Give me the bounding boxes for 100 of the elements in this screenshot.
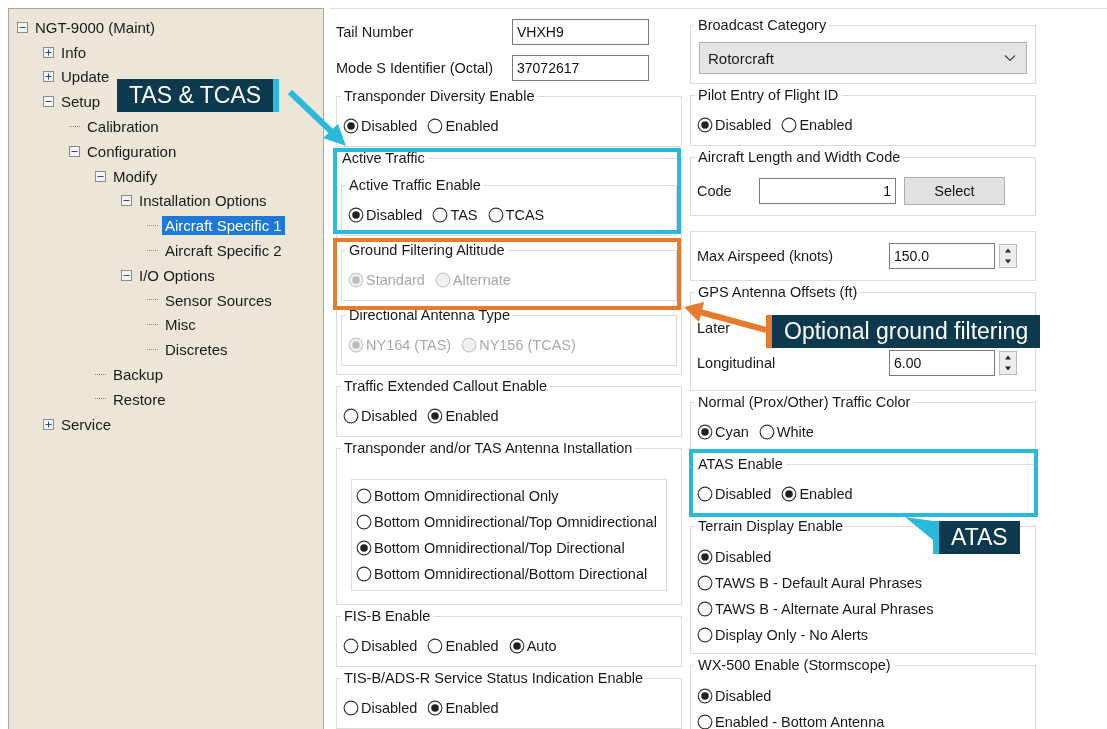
radio-option[interactable]: Disabled xyxy=(343,700,418,716)
radio-button[interactable] xyxy=(697,601,713,617)
radio-button[interactable] xyxy=(356,488,372,504)
collapse-icon[interactable] xyxy=(43,96,54,108)
radio-button[interactable] xyxy=(487,207,504,223)
radio-button[interactable] xyxy=(508,638,525,654)
radio-button[interactable] xyxy=(427,700,444,716)
tree-item[interactable]: Discretes xyxy=(162,340,231,360)
radio-option[interactable]: Bottom Omnidirectional Only xyxy=(356,483,559,509)
input-field[interactable]: 37072617 xyxy=(512,55,649,82)
radio-option[interactable]: Bottom Omnidirectional/Bottom Directional xyxy=(356,561,648,587)
tree-item[interactable]: Update xyxy=(58,67,113,87)
radio-button[interactable] xyxy=(356,514,372,530)
number-field[interactable]: 150.0 xyxy=(889,243,995,269)
tree-item[interactable]: Configuration xyxy=(84,141,180,161)
radio-button[interactable] xyxy=(781,117,798,133)
group-title: Active Traffic Enable xyxy=(348,177,482,194)
input-field[interactable]: VHXH9 xyxy=(512,18,649,45)
input-field[interactable]: 1 xyxy=(759,178,896,204)
radio-option[interactable]: Auto xyxy=(508,638,557,654)
expand-icon[interactable] xyxy=(43,71,54,83)
radio-button[interactable] xyxy=(697,486,713,502)
radio-option[interactable]: Cyan xyxy=(697,424,749,440)
radio-button[interactable] xyxy=(697,575,713,591)
radio-option[interactable]: Disabled xyxy=(697,486,772,502)
radio-option[interactable]: Enabled xyxy=(781,486,853,502)
radio-button[interactable] xyxy=(781,486,798,502)
radio-button[interactable] xyxy=(343,118,359,134)
radio-option[interactable]: Enabled xyxy=(427,700,499,716)
dropdown[interactable]: Rotorcraft xyxy=(699,42,1027,74)
radio-option[interactable]: Disabled xyxy=(697,683,772,709)
radio-button[interactable] xyxy=(343,638,359,654)
radio-option[interactable]: Bottom Omnidirectional/Top Omnidirectional xyxy=(356,509,657,535)
group-title: Aircraft Length and Width Code xyxy=(697,149,902,166)
radio-button[interactable] xyxy=(697,424,713,440)
radio-button[interactable] xyxy=(697,627,713,643)
radio-button[interactable] xyxy=(697,688,713,704)
radio-option[interactable]: Disabled xyxy=(343,118,418,134)
radio-button[interactable] xyxy=(697,714,713,729)
radio-button[interactable] xyxy=(427,118,444,134)
group-title: WX-500 Enable (Stormscope) xyxy=(697,657,892,674)
radio-button[interactable] xyxy=(427,638,444,654)
expand-icon[interactable] xyxy=(43,418,54,430)
collapse-icon[interactable] xyxy=(17,21,28,33)
tree-item[interactable]: I/O Options xyxy=(136,265,218,285)
collapse-icon[interactable] xyxy=(121,195,132,207)
radio-button[interactable] xyxy=(697,117,713,133)
radio-option[interactable]: White xyxy=(758,424,814,440)
radio-option[interactable]: Disabled xyxy=(697,544,772,570)
tree-item[interactable]: NGT-9000 (Maint) xyxy=(32,17,159,37)
field-label: Code xyxy=(697,183,733,199)
radio-option[interactable]: Disabled xyxy=(697,117,772,133)
radio-button[interactable] xyxy=(343,700,359,716)
radio-option[interactable]: TAS xyxy=(432,207,478,223)
radio-option[interactable]: TAWS B - Default Aural Phrases xyxy=(697,570,923,596)
radio-option[interactable]: Enabled xyxy=(427,118,499,134)
radio-option[interactable]: TAWS B - Alternate Aural Phrases xyxy=(697,596,934,622)
select-button[interactable]: Select xyxy=(904,177,1005,205)
radio-button[interactable] xyxy=(427,408,444,424)
radio-option[interactable]: TCAS xyxy=(487,207,545,223)
radio-button[interactable] xyxy=(697,549,713,565)
radio-button[interactable] xyxy=(348,207,364,223)
collapse-icon[interactable] xyxy=(95,170,106,182)
tree-item[interactable]: Modify xyxy=(110,166,161,186)
tree-item[interactable]: Installation Options xyxy=(136,191,270,211)
radio-button[interactable] xyxy=(432,207,449,223)
expand-icon[interactable] xyxy=(43,46,54,58)
tree-item[interactable]: Misc xyxy=(162,315,199,335)
tree-item[interactable]: Info xyxy=(58,42,90,62)
radio-option[interactable]: Enabled xyxy=(781,117,853,133)
radio-option[interactable]: Disabled xyxy=(348,207,423,223)
tree-item[interactable]: Calibration xyxy=(84,117,162,137)
radio-option[interactable]: Enabled - Bottom Antenna xyxy=(697,709,885,729)
radio-button[interactable] xyxy=(343,408,359,424)
tree-item[interactable]: Aircraft Specific 2 xyxy=(162,241,285,261)
radio-option[interactable]: Display Only - No Alerts xyxy=(697,622,869,648)
radio-button[interactable] xyxy=(356,540,372,556)
radio-option[interactable]: Enabled xyxy=(427,638,499,654)
spin-buttons[interactable] xyxy=(999,350,1017,375)
group-title: Directional Antenna Type xyxy=(348,307,511,324)
radio-button[interactable] xyxy=(356,566,372,582)
collapse-icon[interactable] xyxy=(121,269,132,281)
chevron-icon xyxy=(1004,54,1016,62)
tree-item[interactable]: Sensor Sources xyxy=(162,290,275,310)
spin-buttons[interactable] xyxy=(999,244,1017,268)
radio-button[interactable] xyxy=(758,424,775,440)
radio-option[interactable]: Bottom Omnidirectional/Top Directional xyxy=(356,535,625,561)
radio-option[interactable]: Disabled xyxy=(343,408,418,424)
radio-option[interactable]: Disabled xyxy=(343,638,418,654)
group-title: FIS-B Enable xyxy=(343,608,432,625)
radio-option[interactable]: Enabled xyxy=(427,408,499,424)
field-label: Max Airspeed (knots) xyxy=(697,248,834,264)
number-field[interactable]: 6.00 xyxy=(889,349,995,376)
tree-item[interactable]: Restore xyxy=(110,389,169,409)
tree-item[interactable]: Aircraft Specific 1 xyxy=(162,216,285,236)
callout-label: Optional ground filtering xyxy=(766,315,1041,348)
tree-item[interactable]: Backup xyxy=(110,365,167,385)
tree-item[interactable]: Service xyxy=(58,414,115,434)
tree-item[interactable]: Setup xyxy=(58,92,104,112)
collapse-icon[interactable] xyxy=(69,145,80,157)
